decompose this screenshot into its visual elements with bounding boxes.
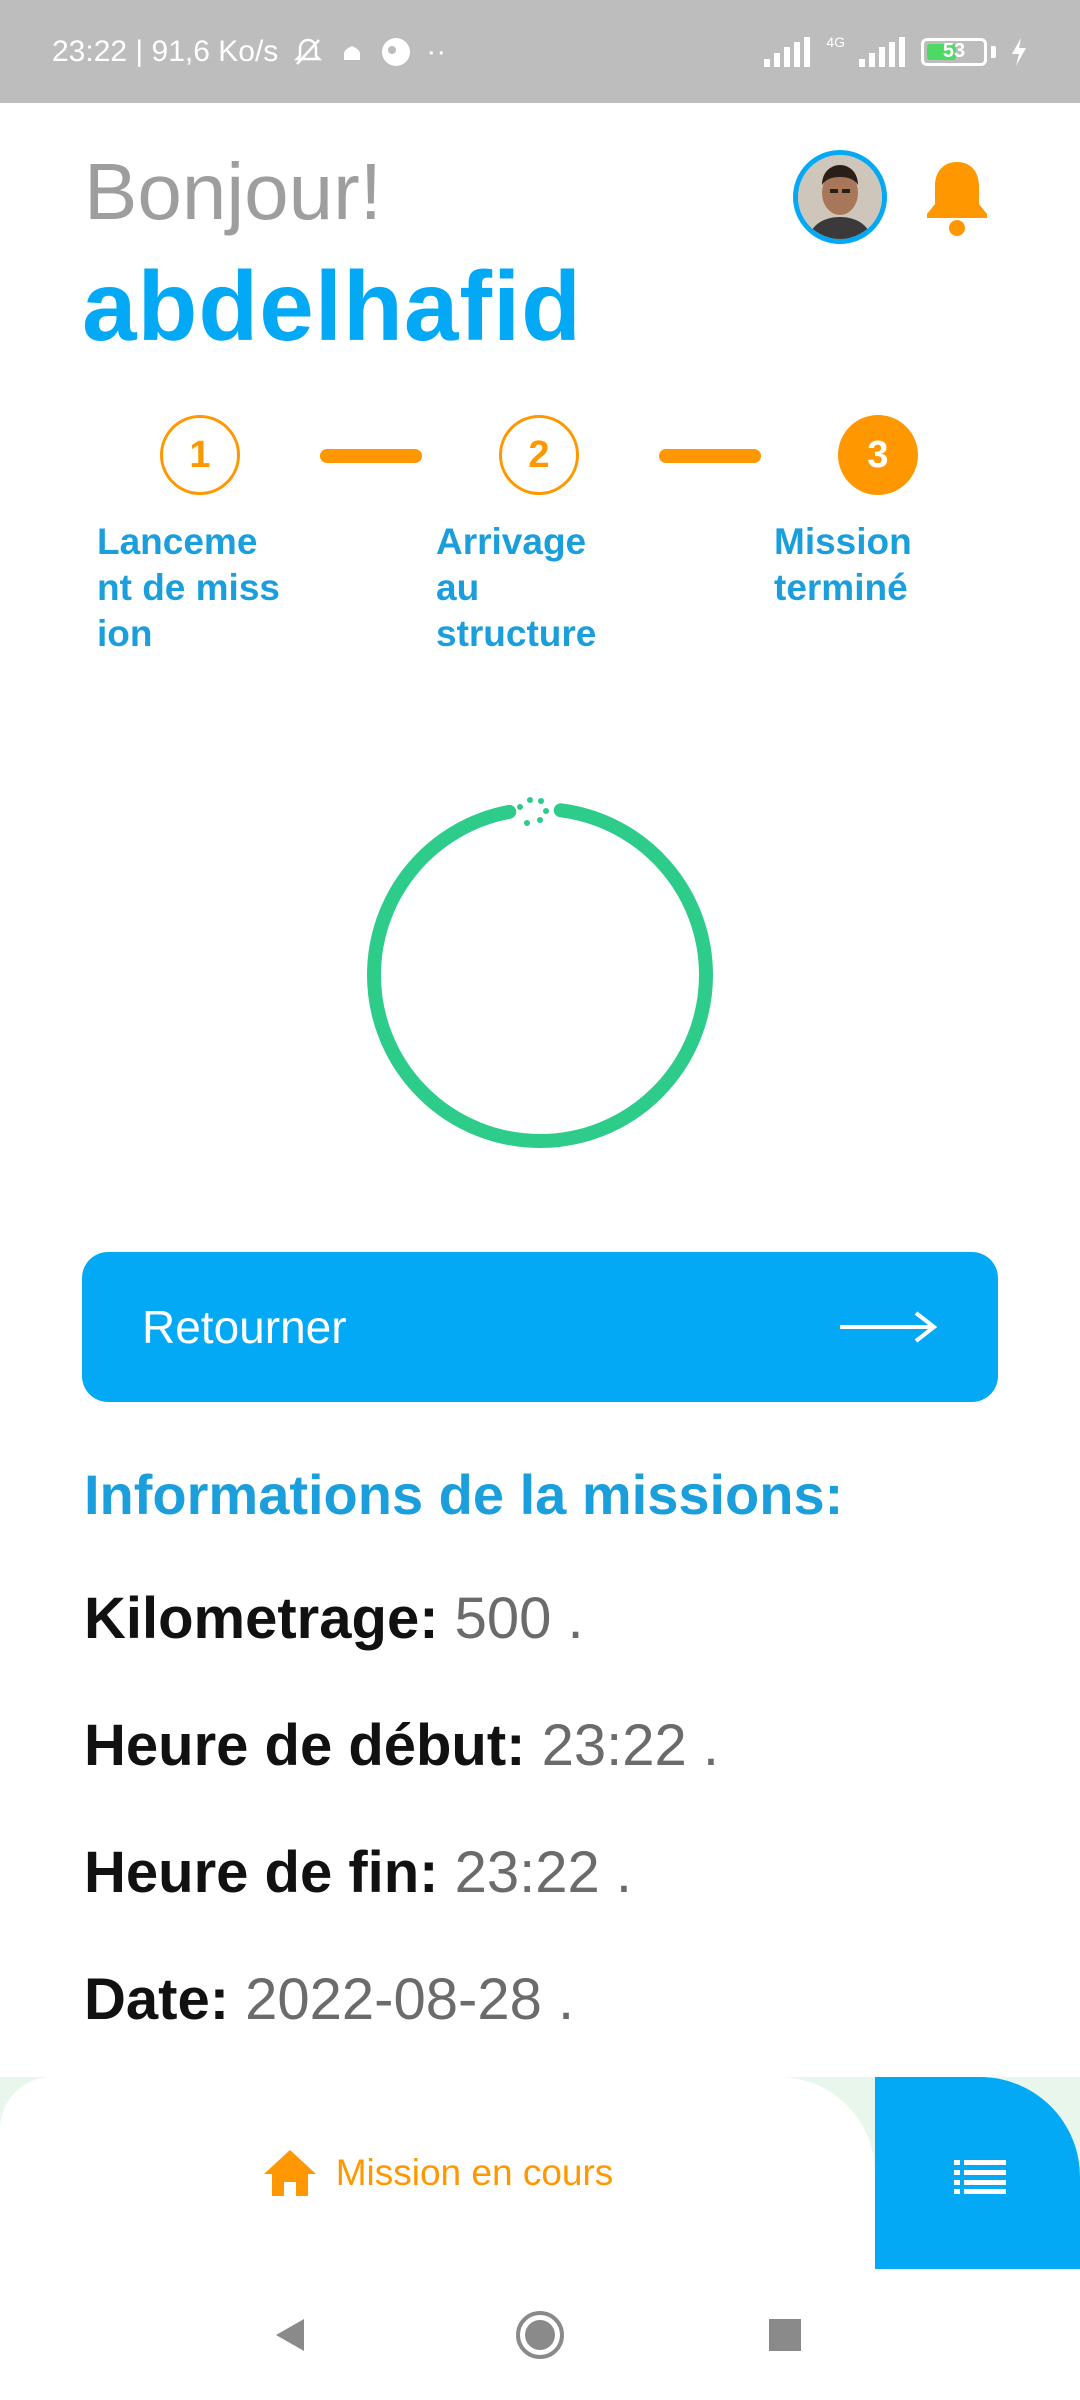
mission-info-title: Informations de la missions:: [84, 1463, 844, 1526]
info-label: Heure de début:: [84, 1713, 526, 1778]
home-button-icon[interactable]: [514, 2309, 566, 2361]
home-icon: [263, 2150, 316, 2196]
mission-stepper: 1 2 3 Lanceme nt de mission Arrivage au …: [0, 415, 1080, 675]
signal-icon: [764, 36, 811, 67]
avatar-photo: [798, 155, 882, 239]
more-dots-icon: ··: [426, 34, 447, 68]
info-label: Heure de fin:: [84, 1840, 439, 1905]
status-bar: 23:22 | 91,6 Ko/s ·· 4G 53: [0, 0, 1080, 103]
info-row-start-time: Heure de début: 23:22 .: [84, 1712, 719, 1779]
info-row-kilometrage: Kilometrage: 500 .: [84, 1585, 584, 1652]
loading-dots-icon: [517, 797, 549, 826]
username-text: abdelhafid: [82, 251, 583, 361]
mosque-icon: [344, 45, 361, 60]
network-label: 4G: [826, 33, 845, 50]
mute-bell-icon: [294, 38, 323, 65]
info-row-date: Date: 2022-08-28 .: [84, 1966, 574, 2033]
user-avatar[interactable]: [793, 150, 887, 244]
arrow-right-icon: [840, 1311, 938, 1343]
info-value: 23:22 .: [541, 1713, 719, 1778]
step-connector-1: [320, 449, 422, 463]
tab-mission-en-cours[interactable]: Mission en cours: [0, 2077, 875, 2269]
step-3-label: Mission terminé: [774, 521, 912, 608]
app-icon: [382, 37, 411, 66]
progress-arc: [367, 802, 713, 1148]
back-icon[interactable]: [270, 2315, 310, 2355]
info-label: Date:: [84, 1967, 230, 2032]
battery-level: 53: [942, 40, 966, 62]
step-1-circle: 1: [160, 415, 240, 495]
signal-icon-2: [859, 36, 905, 67]
battery-tip: [991, 45, 996, 58]
info-value: 500 .: [454, 1586, 584, 1651]
step-2-circle: 2: [499, 415, 579, 495]
return-button[interactable]: Retourner: [82, 1252, 998, 1402]
status-right: 4G 53: [764, 33, 1028, 67]
battery-icon: 53: [921, 37, 987, 66]
info-label: Kilometrage:: [84, 1586, 439, 1651]
bell-icon[interactable]: [924, 158, 990, 238]
info-row-end-time: Heure de fin: 23:22 .: [84, 1839, 632, 1906]
status-left: 23:22 | 91,6 Ko/s ··: [52, 35, 446, 69]
progress-ring: [367, 797, 713, 1148]
step-3-circle: 3: [838, 415, 918, 495]
step-connector-2: [659, 449, 761, 463]
info-value: 2022-08-28 .: [245, 1967, 575, 2032]
greeting-text: Bonjour!: [84, 147, 382, 236]
return-button-label: Retourner: [142, 1301, 347, 1353]
recents-icon[interactable]: [767, 2317, 803, 2353]
step-2-label-text: Arrivage au structure: [436, 521, 597, 654]
step-1-label: Lanceme nt de mission: [97, 521, 280, 654]
step-2-label: Arrivage au structure: [436, 519, 636, 657]
tab-mission-label: Mission en cours: [335, 2152, 614, 2193]
system-nav-bar: [0, 2269, 1080, 2400]
info-value: 23:22 .: [454, 1840, 632, 1905]
charging-icon: [1012, 37, 1026, 66]
list-icon[interactable]: [954, 2160, 1006, 2194]
status-time-speed: 23:22 | 91,6 Ko/s: [52, 34, 279, 68]
